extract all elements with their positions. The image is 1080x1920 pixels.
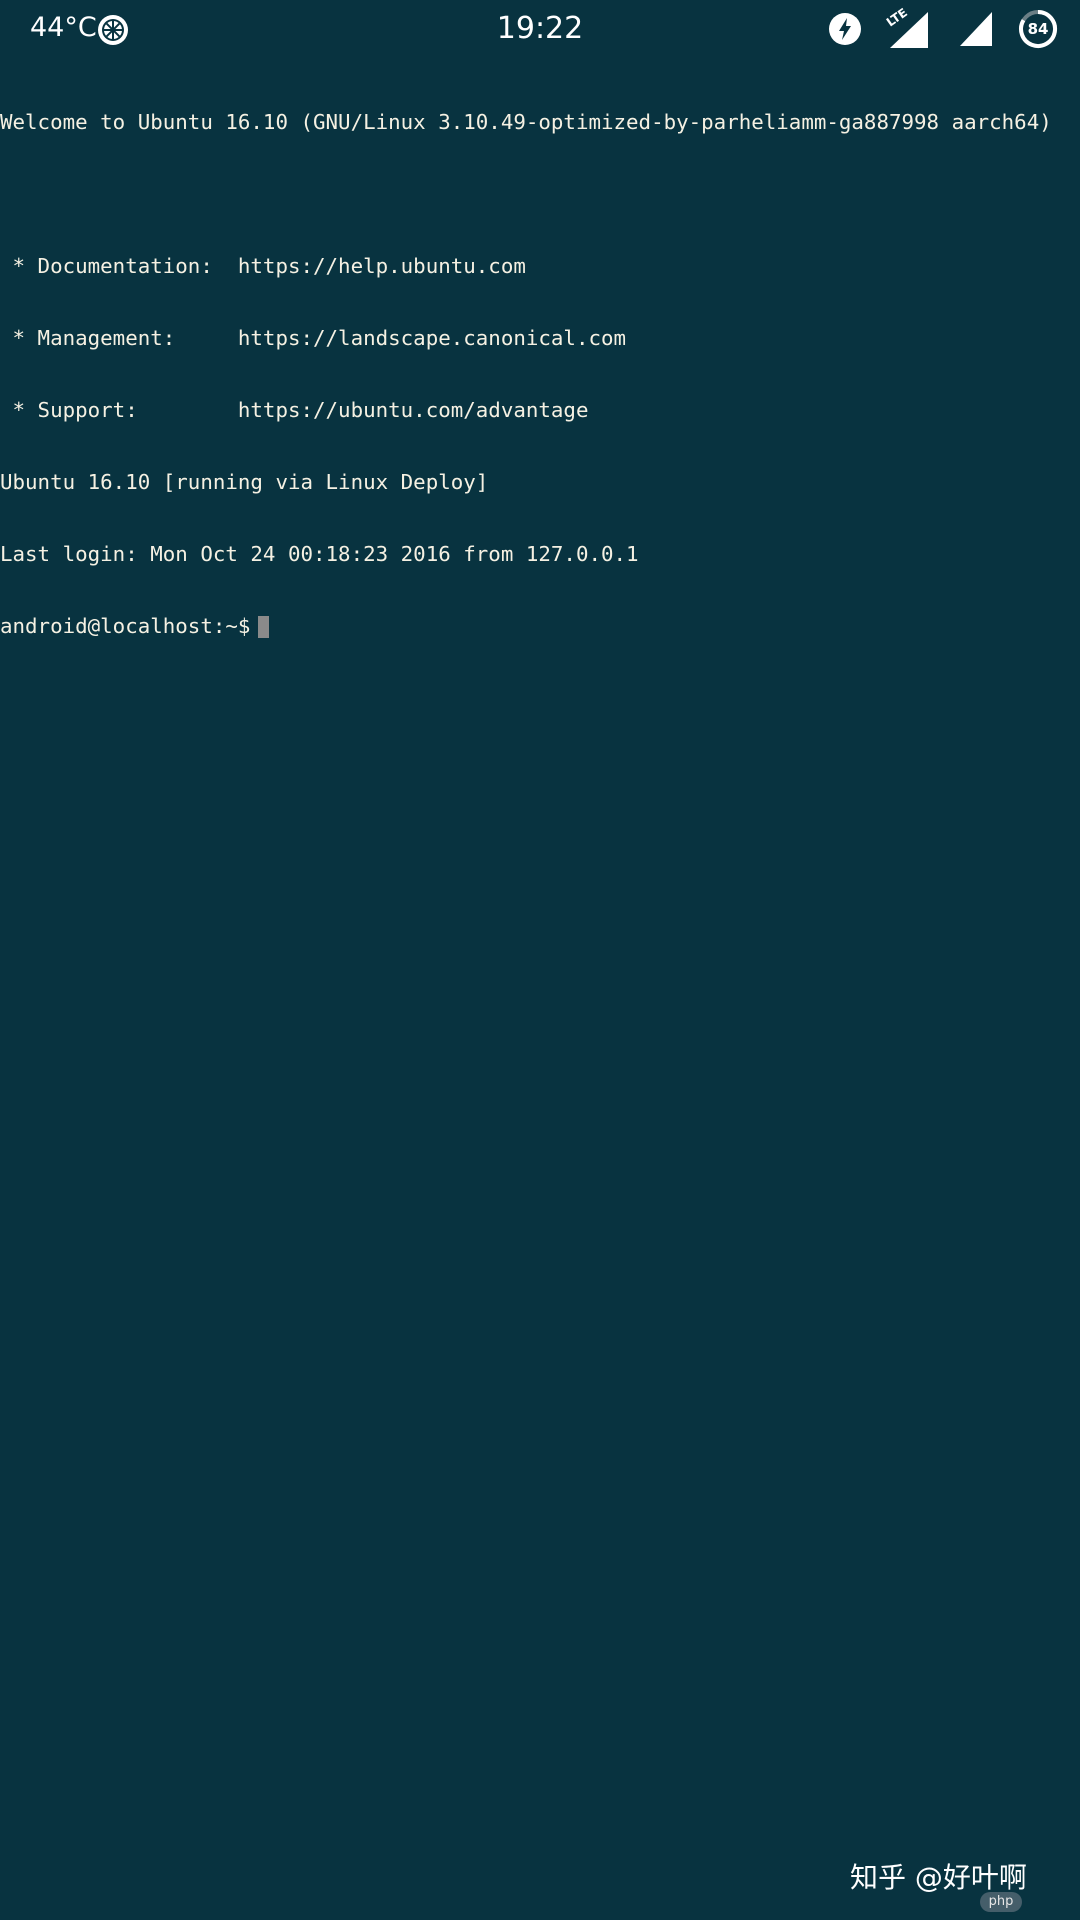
- lte-signal-icon: LTE: [884, 6, 928, 48]
- flash-icon: [829, 13, 861, 45]
- terminal-line: Last login: Mon Oct 24 00:18:23 2016 fro…: [0, 542, 639, 566]
- shell-prompt: android@localhost:~$: [0, 614, 251, 638]
- php-badge: php: [980, 1892, 1022, 1912]
- terminal-line: Ubuntu 16.10 [running via Linux Deploy]: [0, 470, 489, 494]
- watermark: 知乎 @好叶啊: [850, 1861, 1027, 1894]
- terminal-line: * Support: https://ubuntu.com/advantage: [0, 398, 589, 422]
- status-bar: 44°C 19:22 LTE 84: [0, 0, 1080, 58]
- terminal-line: * Documentation: https://help.ubuntu.com: [0, 254, 526, 278]
- terminal-screen: 44°C 19:22 LTE 84 Welcome to Ubuntu 16.1…: [0, 0, 1080, 1920]
- terminal-output[interactable]: Welcome to Ubuntu 16.10 (GNU/Linux 3.10.…: [0, 62, 1080, 686]
- battery-level: 84: [1027, 20, 1049, 38]
- lte-label: LTE: [884, 6, 910, 29]
- terminal-line: * Management: https://landscape.canonica…: [0, 326, 627, 350]
- text-cursor: [258, 616, 270, 638]
- terminal-line: Welcome to Ubuntu 16.10 (GNU/Linux 3.10.…: [0, 110, 1052, 134]
- prompt-line[interactable]: android@localhost:~$: [0, 614, 1080, 638]
- wifi-signal-icon: [960, 12, 992, 46]
